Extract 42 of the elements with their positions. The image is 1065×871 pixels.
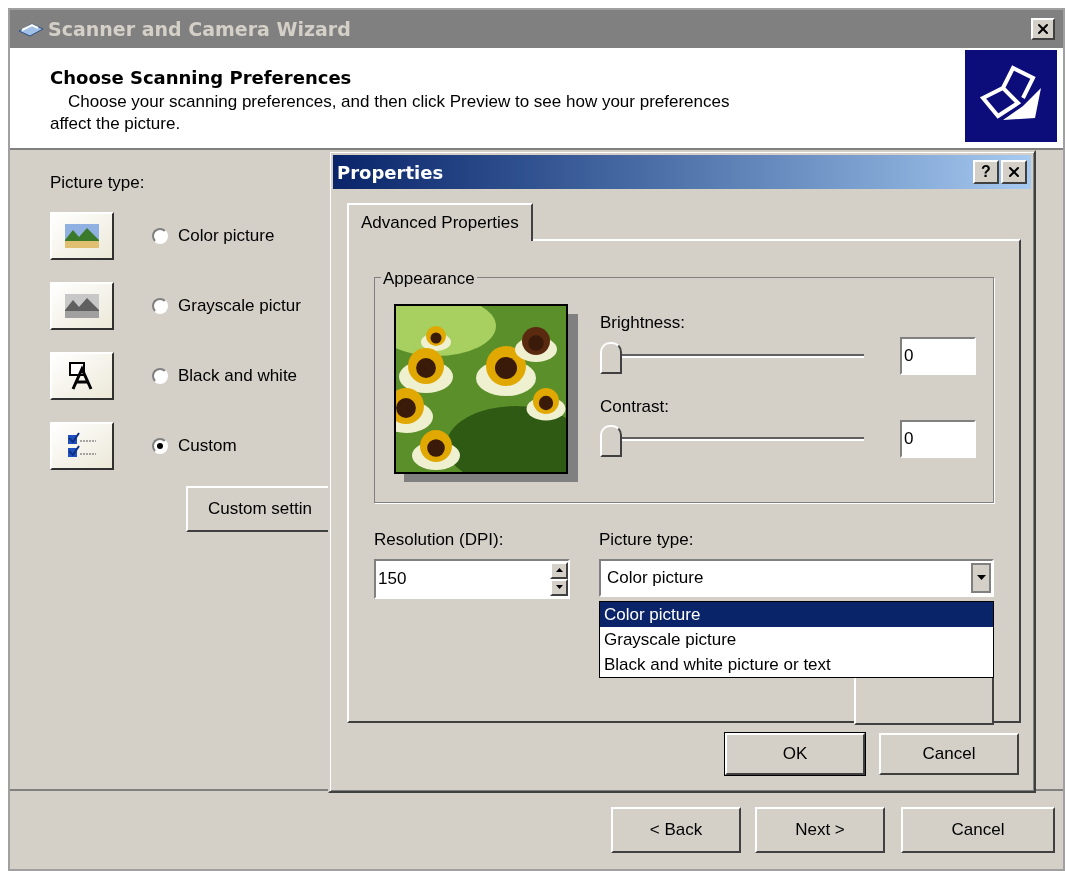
value-field[interactable]: 0 <box>900 420 976 458</box>
radio-button[interactable] <box>152 227 168 244</box>
resolution-spinner[interactable]: 150 <box>374 558 570 599</box>
close-icon <box>1035 21 1051 37</box>
wizard-back-button[interactable]: < Back <box>611 807 741 853</box>
slider-label: Contrast: <box>600 395 670 418</box>
landscape-icon <box>65 223 99 248</box>
value-field[interactable]: 0 <box>900 336 976 375</box>
radio-button[interactable] <box>152 297 168 314</box>
radio-label: Color picture <box>178 224 275 247</box>
radio-button[interactable] <box>152 437 168 454</box>
ok-button[interactable]: OK <box>725 733 865 775</box>
scanner-icon <box>18 21 44 37</box>
wizard-cancel-button[interactable]: Cancel <box>901 807 1055 853</box>
section-label: Picture type: <box>50 172 145 194</box>
radio-label: Custom <box>178 434 237 457</box>
picture-type-dropdown[interactable]: Color picture <box>599 558 994 597</box>
slider-thumb[interactable] <box>600 341 622 374</box>
window-title: Scanner and Camera Wizard <box>48 16 351 42</box>
field-label: Picture type: <box>599 529 695 551</box>
landscape-icon <box>65 293 99 318</box>
dialog-cancel-button[interactable]: Cancel <box>879 733 1019 775</box>
radio-label: Grayscale pictur <box>178 294 301 317</box>
radio-label: Black and white <box>178 364 298 387</box>
custom-settings-button[interactable]: Custom settin <box>186 485 330 532</box>
page-heading: Choose Scanning Preferences <box>50 66 353 90</box>
spin-up-icon[interactable] <box>550 561 568 579</box>
dropdown-option[interactable]: Color picture <box>600 602 993 627</box>
tab[interactable]: Advanced Properties <box>347 203 533 241</box>
dialog-title: Properties <box>337 160 445 185</box>
wizard-next-button[interactable]: Next > <box>755 807 885 853</box>
dropdown-option[interactable]: Black and white picture or text <box>600 652 993 677</box>
slider-label: Brightness: <box>600 312 687 334</box>
dropdown-option[interactable]: Grayscale picture <box>600 627 993 652</box>
page-description: Choose your scanning preferences, and then click Preview to see how your preferences affect the picture. <box>50 91 731 135</box>
slider-thumb[interactable] <box>600 425 622 457</box>
radio-button[interactable] <box>152 367 168 384</box>
help-button[interactable]: ? <box>973 160 999 184</box>
close-icon <box>1006 164 1022 180</box>
field-label: Resolution (DPI): <box>374 529 505 551</box>
close-button[interactable] <box>1031 18 1055 40</box>
dialog-close-button[interactable] <box>1001 160 1027 184</box>
